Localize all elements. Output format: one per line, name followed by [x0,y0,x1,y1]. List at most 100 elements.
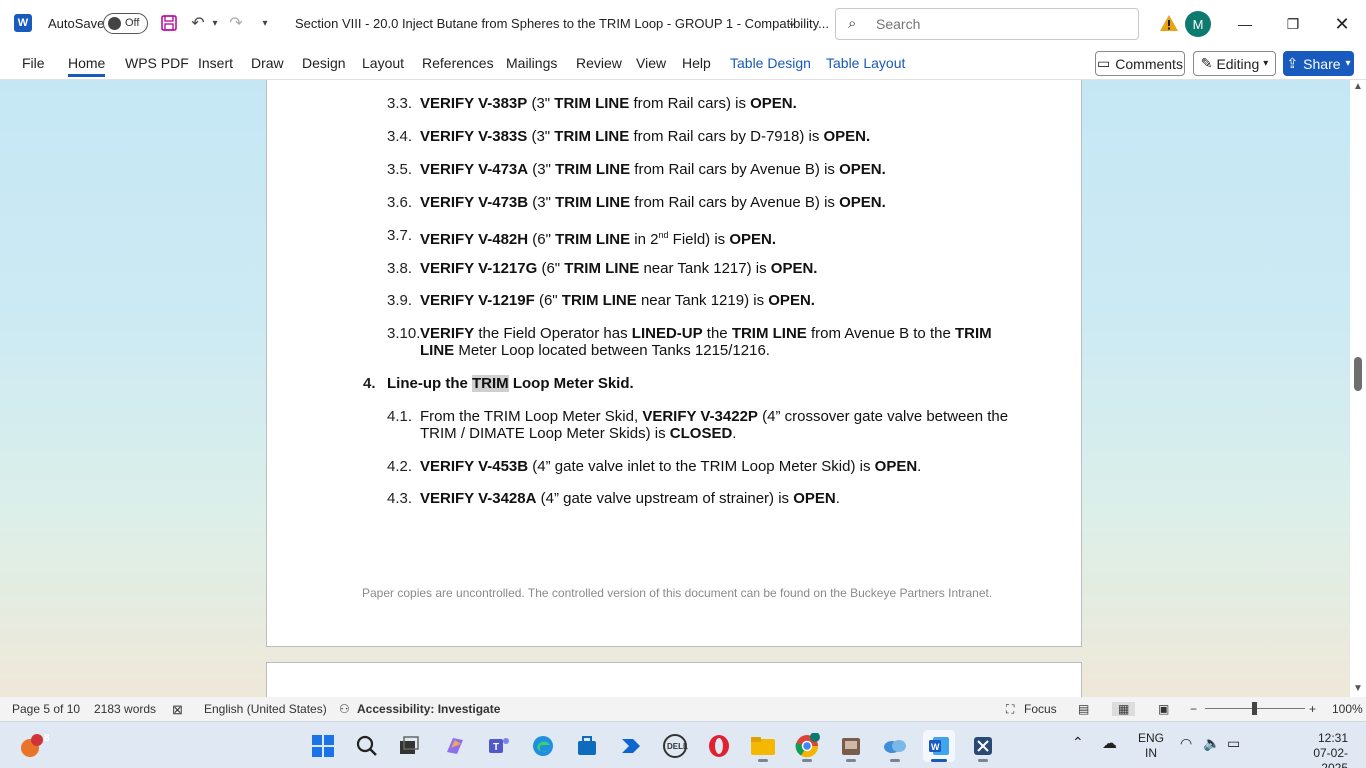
tab-draw[interactable]: Draw [251,55,284,71]
scroll-up-icon[interactable]: ▲ [1353,81,1363,92]
list-item[interactable]: VERIFY the Field Operator has LINED-UP t… [420,325,992,342]
web-layout-icon[interactable]: ▣ [1158,702,1169,716]
comments-button[interactable]: ▭ Comments [1095,51,1185,76]
redo-icon[interactable]: ↷ [226,13,246,33]
autosave-toggle[interactable]: Off [103,13,148,34]
tab-references[interactable]: References [422,55,494,71]
tab-table-layout[interactable]: Table Layout [826,55,905,71]
text-run: (4” crossover gate valve between the [757,408,1009,425]
clock[interactable]: 12:31 07-02-2025 [1288,731,1348,768]
file-explorer-icon[interactable] [747,730,779,762]
running-indicator [846,759,856,762]
maximize-button[interactable]: ❐ [1270,0,1316,48]
list-item[interactable]: VERIFY V-383S (3" TRIM LINE from Rail ca… [420,128,870,145]
power-automate-icon[interactable] [615,730,647,762]
list-item-continuation[interactable]: TRIM / DIMATE Loop Meter Skids) is CLOSE… [420,425,736,442]
page-count[interactable]: Page 5 of 10 [12,702,80,716]
zoom-level[interactable]: 100% [1332,702,1363,716]
read-mode-icon[interactable]: ▤ [1078,702,1089,716]
warning-icon[interactable] [1159,13,1179,33]
app-icon[interactable] [835,730,867,762]
list-item[interactable]: VERIFY V-383P (3" TRIM LINE from Rail ca… [420,95,797,112]
search-box[interactable]: ⌕ [835,8,1139,40]
chevron-down-icon: ▾ [1345,58,1351,69]
section-heading[interactable]: Line-up the TRIM Loop Meter Skid. [387,375,634,392]
zoom-out-icon[interactable]: − [1190,702,1197,716]
chevron-up-icon[interactable]: ⌃ [1072,734,1084,751]
list-item[interactable]: From the TRIM Loop Meter Skid, VERIFY V-… [420,408,1008,425]
zoom-in-icon[interactable]: + [1309,702,1316,716]
notifications-icon[interactable]: 8 [14,730,50,762]
copilot-icon[interactable] [439,730,471,762]
tab-design[interactable]: Design [302,55,346,71]
document-title[interactable]: Section VIII - 20.0 Inject Butane from S… [295,16,829,31]
tab-layout[interactable]: Layout [362,55,404,71]
tab-table-design[interactable]: Table Design [730,55,811,71]
document-page[interactable]: 3.2.VERIFY V-383J (4" BLEND LINE from Ra… [266,80,1082,647]
undo-dropdown-icon[interactable]: ▾ [205,13,225,33]
close-button[interactable]: ✕ [1319,0,1365,48]
text-run: OPEN. [750,95,797,112]
wifi-icon[interactable]: ◠ [1180,735,1192,752]
word-icon[interactable]: W [923,730,955,762]
accessibility-status[interactable]: Accessibility: Investigate [357,702,500,716]
text-run: VERIFY V-383S [420,128,528,145]
list-item[interactable]: VERIFY V-3428A (4” gate valve upstream o… [420,490,840,507]
teams-icon[interactable]: T [483,730,515,762]
list-item[interactable]: VERIFY V-473B (3" TRIM LINE from Rail ca… [420,194,886,211]
save-icon[interactable] [159,13,179,33]
list-item[interactable]: VERIFY V-473A (3" TRIM LINE from Rail ca… [420,161,886,178]
text-run: from Rail cars) is [629,95,751,112]
tab-insert[interactable]: Insert [198,55,233,71]
opera-icon[interactable] [703,730,735,762]
vertical-scrollbar[interactable]: ▲ ▼ [1350,80,1366,697]
focus-button[interactable]: Focus [1024,702,1057,716]
weather-icon[interactable] [879,730,911,762]
battery-icon[interactable]: ▭ [1227,735,1240,752]
store-icon[interactable] [571,730,603,762]
scrollbar-thumb[interactable] [1354,357,1362,391]
list-item-continuation[interactable]: LINE Meter Loop located between Tanks 12… [420,342,770,359]
scroll-down-icon[interactable]: ▼ [1353,683,1363,694]
document-canvas[interactable]: 3.2.VERIFY V-383J (4" BLEND LINE from Ra… [0,80,1350,697]
text-run: VERIFY V-1217G [420,260,538,277]
customize-toolbar-icon[interactable]: ▾ [255,13,275,33]
chrome-icon[interactable] [791,730,823,762]
tab-wps-pdf[interactable]: WPS PDF [125,55,189,71]
tab-home[interactable]: Home [68,55,106,77]
text-run: . [835,490,840,507]
input-language[interactable]: ENG IN [1138,731,1164,761]
language-code: ENG [1138,731,1165,745]
print-layout-icon[interactable]: ▦ [1112,702,1136,716]
volume-icon[interactable]: 🔈 [1203,735,1220,752]
avatar[interactable]: M [1185,11,1211,37]
next-page[interactable] [266,662,1082,697]
editing-mode-button[interactable]: ✎ Editing ▾ [1193,51,1276,76]
tab-mailings[interactable]: Mailings [506,55,557,71]
edge-icon[interactable] [527,730,559,762]
word-count[interactable]: 2183 words [94,702,156,716]
tab-view[interactable]: View [636,55,666,71]
search-icon[interactable] [351,730,383,762]
share-button[interactable]: ⇪ Share ▾ [1283,51,1354,76]
tab-file[interactable]: File [22,55,45,71]
chevron-down-icon[interactable]: ⌄ [787,15,797,29]
dell-icon[interactable]: DELL [659,730,691,762]
list-item[interactable]: VERIFY V-453B (4” gate valve inlet to th… [420,458,921,475]
task-view-icon[interactable] [393,730,425,762]
list-number: 3.10. [387,325,421,342]
language-status[interactable]: English (United States) [204,702,327,716]
zoom-slider-thumb[interactable] [1252,702,1257,715]
list-item[interactable]: VERIFY V-482H (6" TRIM LINE in 2nd Field… [420,227,776,248]
list-item[interactable]: VERIFY V-1217G (6" TRIM LINE near Tank 1… [420,260,817,277]
list-item[interactable]: VERIFY V-1219F (6" TRIM LINE near Tank 1… [420,292,815,309]
text-run: Loop Meter Skid. [508,375,634,392]
tab-review[interactable]: Review [576,55,622,71]
tab-help[interactable]: Help [682,55,711,71]
start-icon[interactable] [307,730,339,762]
proofing-icon[interactable]: ⊠ [172,702,183,718]
snipping-tool-icon[interactable] [967,730,999,762]
onedrive-sync-icon[interactable]: ☁ [1102,734,1117,752]
minimize-button[interactable]: — [1222,0,1268,48]
search-input[interactable] [876,16,1116,32]
